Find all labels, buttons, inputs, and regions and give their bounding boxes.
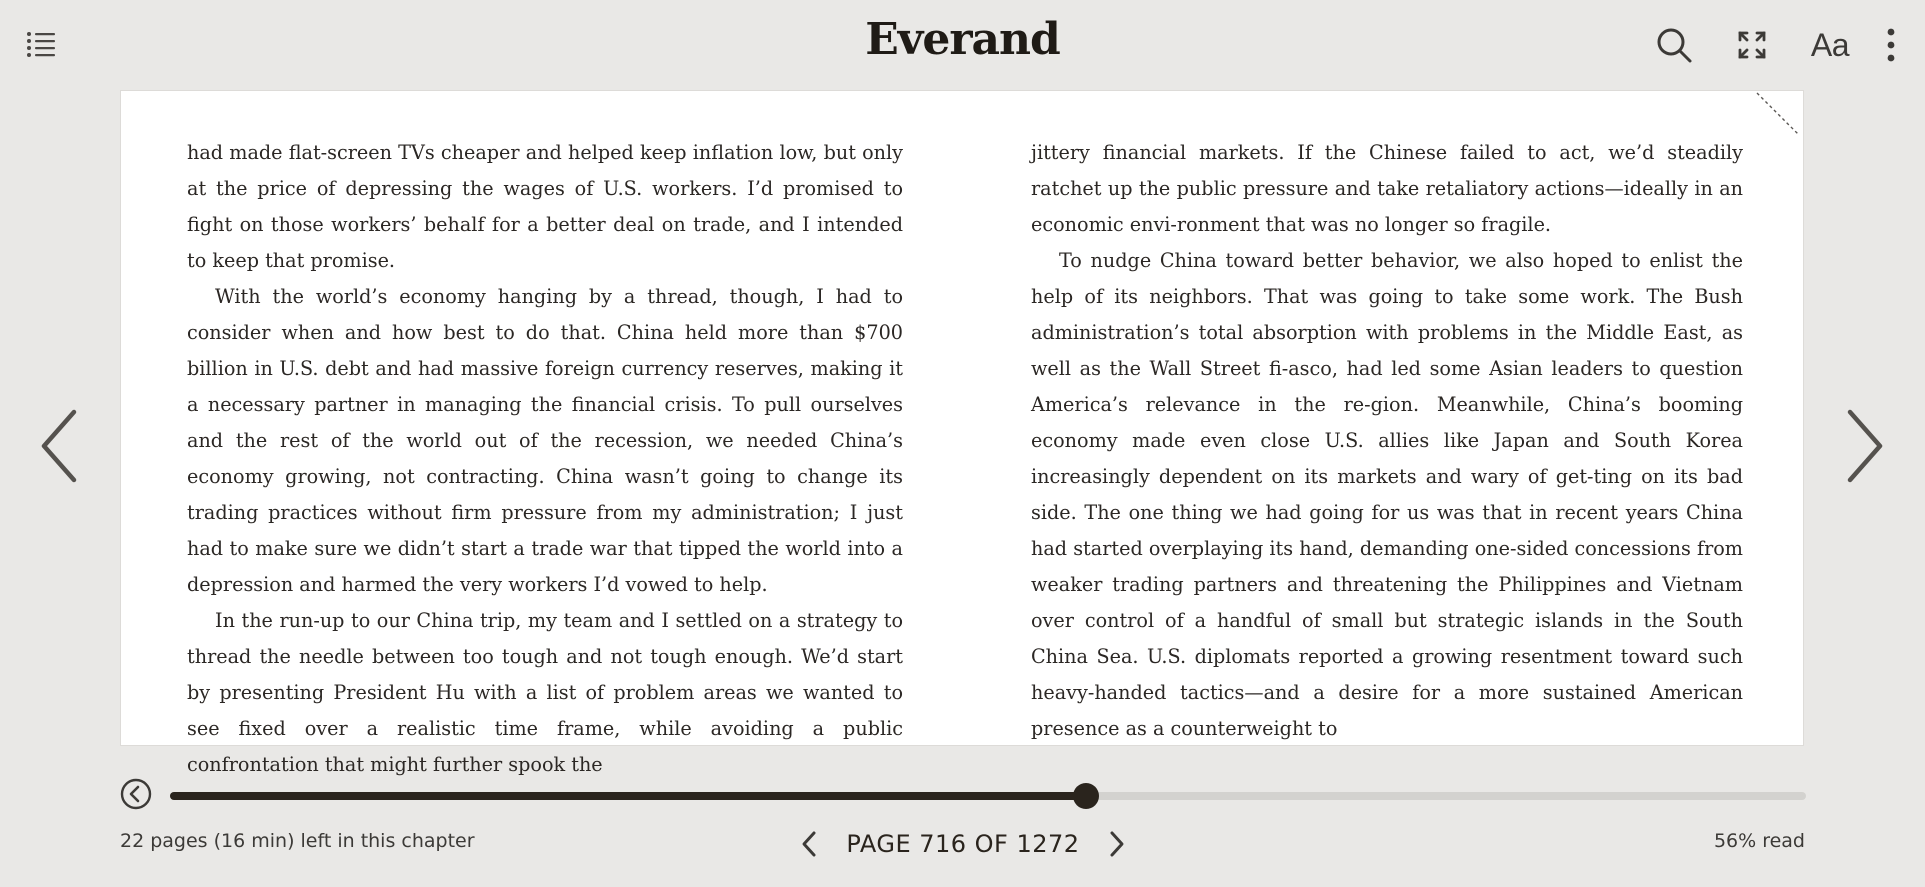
bookmark-corner-icon[interactable]: [1753, 91, 1803, 141]
brand-logo: Everand: [865, 14, 1061, 65]
book-page: had made flat-screen TVs cheaper and hel…: [120, 90, 1804, 776]
paragraph: jittery financial markets. If the Chines…: [1031, 141, 1743, 236]
paragraph: With the world’s economy hanging by a th…: [187, 285, 903, 596]
chapter-remaining: 22 pages (16 min) left in this chapter: [120, 830, 475, 852]
chevron-left-icon[interactable]: [36, 404, 86, 488]
font-settings-icon[interactable]: Aa: [1807, 22, 1853, 68]
chevron-right-icon[interactable]: [1838, 404, 1888, 488]
page-indicator: PAGE 716 OF 1272: [846, 830, 1080, 858]
chevron-right-icon[interactable]: [1106, 828, 1128, 860]
progress-fill: [170, 792, 1087, 800]
back-circle-icon[interactable]: [120, 778, 152, 810]
page-column-right: jittery financial markets. If the Chines…: [1031, 135, 1743, 747]
page-navigator: PAGE 716 OF 1272: [798, 822, 1128, 866]
progress-track[interactable]: [170, 783, 1806, 809]
search-icon[interactable]: [1651, 22, 1697, 68]
progress-slider-handle[interactable]: [1073, 783, 1100, 809]
read-percentage: 56% read: [1713, 830, 1805, 852]
paragraph: In the run-up to our China trip, my team…: [187, 609, 903, 776]
reading-progress: [120, 776, 1806, 816]
paragraph: To nudge China toward better behavior, w…: [1031, 249, 1743, 740]
page-column-left: had made flat-screen TVs cheaper and hel…: [187, 135, 903, 783]
fullscreen-icon[interactable]: [1729, 22, 1775, 68]
paragraph: had made flat-screen TVs cheaper and hel…: [187, 141, 903, 272]
more-vertical-icon[interactable]: [1868, 22, 1914, 68]
font-settings-label: Aa: [1810, 26, 1850, 63]
top-bar: Everand Aa: [0, 0, 1925, 90]
